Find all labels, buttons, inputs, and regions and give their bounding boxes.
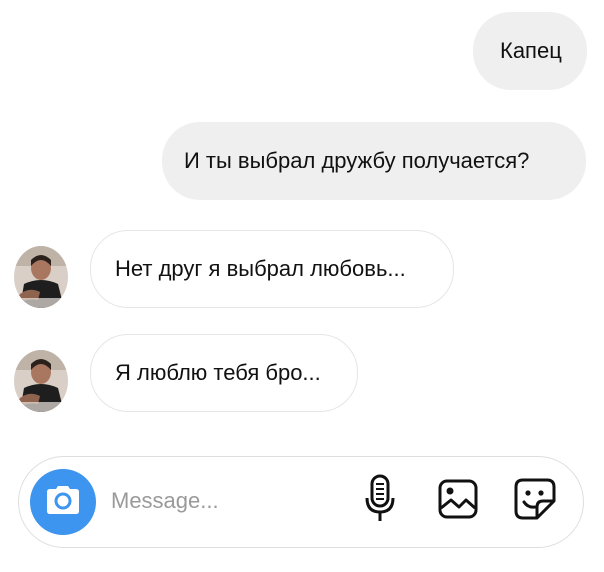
- microphone-icon: [364, 474, 396, 529]
- message-text: Нет друг я выбрал любовь...: [115, 256, 406, 281]
- camera-icon: [45, 485, 81, 520]
- message-text: И ты выбрал дружбу получается?: [184, 148, 530, 173]
- message-bubble-incoming[interactable]: Нет друг я выбрал любовь...: [90, 230, 454, 308]
- camera-button[interactable]: [30, 469, 96, 535]
- chat-thread: Капец И ты выбрал дружбу получается? Нет…: [0, 0, 604, 572]
- message-text: Капец: [500, 38, 562, 63]
- voice-message-button[interactable]: [358, 473, 402, 529]
- image-icon: [437, 478, 479, 525]
- message-bubble-outgoing[interactable]: И ты выбрал дружбу получается?: [162, 122, 586, 200]
- sticker-icon: [513, 477, 557, 526]
- message-composer: [18, 456, 584, 548]
- message-text: Я люблю тебя бро...: [115, 360, 321, 385]
- message-bubble-incoming[interactable]: Я люблю тебя бро...: [90, 334, 358, 412]
- sticker-button[interactable]: [513, 473, 557, 529]
- avatar[interactable]: [14, 350, 68, 412]
- avatar[interactable]: [14, 246, 68, 308]
- gallery-button[interactable]: [436, 473, 480, 529]
- message-input[interactable]: [111, 483, 341, 519]
- message-bubble-outgoing[interactable]: Капец: [473, 12, 587, 90]
